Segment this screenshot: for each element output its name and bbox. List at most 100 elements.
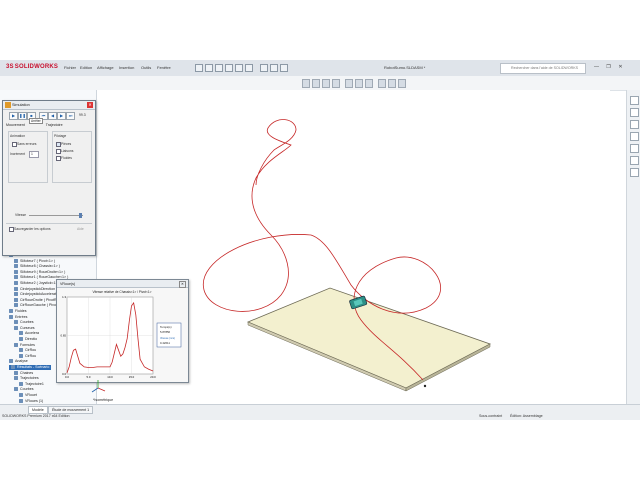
tree-item[interactable]: Chaines	[14, 371, 33, 376]
tree-item[interactable]: Formules	[14, 343, 35, 348]
home-icon[interactable]	[195, 64, 203, 72]
tree-node-icon	[19, 353, 23, 358]
readout-time-value: 5.87856	[160, 330, 171, 334]
resources-icon[interactable]	[630, 96, 639, 105]
tree-item[interactable]: Entrées	[9, 315, 27, 320]
forum-icon[interactable]	[630, 168, 639, 177]
readout-time-label: Temps(s)	[160, 325, 172, 329]
tab-trajectoire[interactable]: Trajectoire	[46, 123, 63, 127]
tree-item[interactable]: VRouet	[19, 393, 37, 398]
tree-item-label: Curseurs	[20, 325, 35, 330]
tree-item[interactable]: Courbes	[14, 320, 34, 325]
document-title: RobotSumo.SLDASM *	[384, 65, 426, 70]
tree-item-label: Résultats - Scénario	[17, 365, 50, 369]
tree-node-icon	[14, 281, 18, 286]
apply-scene-icon[interactable]	[388, 79, 396, 88]
close-button[interactable]: ✕	[616, 63, 625, 71]
tree-node-icon	[14, 286, 18, 291]
heads-up-view-toolbar	[0, 76, 640, 91]
solidworks-logo[interactable]: 3SSOLIDWORKS	[6, 64, 58, 70]
tree-item[interactable]: CirRou	[19, 354, 36, 359]
tree-item[interactable]: CirRou	[19, 348, 36, 353]
velocity-chart[interactable]: Vitesse relative de Chassis<1> / Pivot<1…	[57, 287, 188, 382]
graph-window[interactable]: VRoue(s) ✕ Vitesse relative de Chassis<1…	[56, 279, 189, 383]
zoom-area-icon[interactable]	[312, 79, 320, 88]
tree-item-label: Fluides	[15, 309, 27, 313]
save-icon[interactable]	[225, 64, 233, 72]
menu-edition[interactable]: Edition	[80, 65, 92, 70]
menu-fenetre[interactable]: Fenêtre	[157, 65, 171, 70]
tree-item[interactable]: Fluides	[9, 309, 27, 314]
fluides-label: Fluides	[61, 156, 72, 160]
zoom-fit-icon[interactable]	[302, 79, 310, 88]
menu-fichier[interactable]: Fichier	[64, 65, 76, 70]
edit-appearance-icon[interactable]	[378, 79, 386, 88]
tree-node-icon	[14, 297, 18, 302]
liaisons-label: Liaisons	[61, 149, 74, 153]
pause-button[interactable]: ❚❚	[18, 112, 27, 120]
tree-item[interactable]: Trajectoire1	[19, 382, 44, 387]
simulation-icon	[5, 102, 11, 108]
tree-item[interactable]: SMoteur2 ( Joystick<1> )	[14, 281, 60, 286]
tab-etude-mouvement[interactable]: Étude de mouvement 1	[48, 406, 94, 414]
design-library-icon[interactable]	[630, 108, 639, 117]
section-view-icon[interactable]	[332, 79, 340, 88]
undo-icon[interactable]	[245, 64, 253, 72]
file-explorer-icon[interactable]	[630, 120, 639, 129]
simulation-dialog-titlebar[interactable]: Simulation ✕	[3, 101, 95, 110]
tree-item[interactable]: Résultats - Scénario	[9, 365, 52, 370]
tree-item[interactable]: SMoteur7 ( Pivot<1> )	[14, 259, 55, 264]
step-forward-button[interactable]: ▶	[57, 112, 66, 120]
increment-label: Incrément	[10, 152, 26, 156]
search-input[interactable]: Rechercher dans l'aide de SOLIDWORKS	[500, 63, 586, 74]
tab-mouvement[interactable]: Mouvement	[6, 123, 25, 127]
simulation-dialog[interactable]: Simulation ✕ ▶ ❚❚ ■ ⏮ ◀ ▶ ⏭ 99.3 Arrêter…	[2, 100, 96, 256]
menu-outils[interactable]: Outils	[141, 65, 151, 70]
help-button[interactable]: Aide	[77, 227, 84, 231]
custom-properties-icon[interactable]	[630, 156, 639, 165]
tree-item[interactable]: Analyse	[9, 359, 28, 364]
view-settings-icon[interactable]	[398, 79, 406, 88]
tree-item[interactable]: Curseurs	[14, 326, 35, 331]
tree-item[interactable]: Accelera	[19, 331, 39, 336]
tree-item[interactable]: VRoues (1)	[19, 399, 43, 404]
options-icon[interactable]	[280, 64, 288, 72]
tree-node-icon	[19, 331, 23, 336]
tree-node-icon	[14, 320, 18, 325]
tree-item-label: SMoteur8 ( Chassis<1> )	[20, 264, 60, 269]
menu-affichage[interactable]: Affichage	[97, 65, 114, 70]
tree-node-icon	[14, 264, 18, 269]
play-button[interactable]: ▶	[9, 112, 18, 120]
minimize-button[interactable]: —	[592, 63, 601, 71]
rebuild-icon[interactable]	[270, 64, 278, 72]
menu-insertion[interactable]: Insertion	[119, 65, 134, 70]
view-orientation-icon[interactable]	[345, 79, 353, 88]
tree-item[interactable]: SMoteur9 ( RoueDroite<1> )	[14, 270, 65, 275]
view-palette-icon[interactable]	[630, 132, 639, 141]
open-icon[interactable]	[215, 64, 223, 72]
tree-item[interactable]: Trajectoires	[14, 376, 39, 381]
speed-slider[interactable]	[29, 215, 83, 216]
tree-node-icon	[14, 387, 18, 392]
maximize-button[interactable]: ❐	[604, 63, 613, 71]
tree-item[interactable]: Directio	[19, 337, 37, 342]
tree-item[interactable]: Courbes	[14, 387, 34, 392]
close-icon[interactable]: ✕	[87, 102, 93, 108]
display-style-icon[interactable]	[355, 79, 363, 88]
appearances-icon[interactable]	[630, 144, 639, 153]
tree-node-icon	[11, 365, 15, 370]
tree-item-label: Trajectoires	[20, 376, 39, 381]
hide-show-icon[interactable]	[365, 79, 373, 88]
pilotage-label: Pilotage	[54, 134, 67, 138]
select-icon[interactable]	[260, 64, 268, 72]
tab-modele[interactable]: Modèle	[28, 406, 48, 414]
previous-view-icon[interactable]	[322, 79, 330, 88]
print-icon[interactable]	[235, 64, 243, 72]
step-back-button[interactable]: ◀	[48, 112, 57, 120]
increment-field[interactable]: 1	[29, 151, 39, 158]
new-document-icon[interactable]	[205, 64, 213, 72]
tree-node-icon	[19, 393, 23, 398]
tree-item[interactable]: SMoteur8 ( Chassis<1> )	[14, 264, 60, 269]
speed-slider-thumb[interactable]	[79, 213, 82, 218]
fast-forward-button[interactable]: ⏭	[66, 112, 75, 120]
